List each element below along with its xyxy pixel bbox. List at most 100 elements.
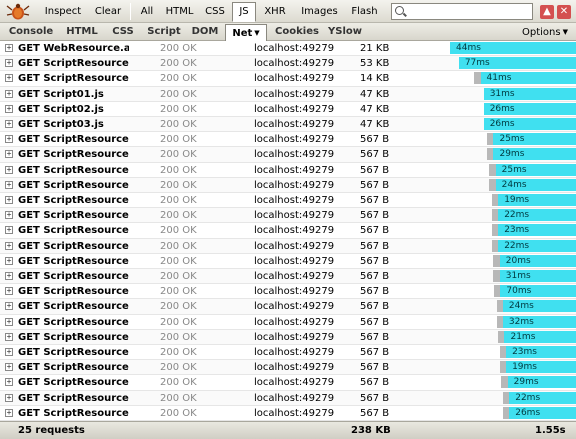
- filter-xhr[interactable]: XHR: [259, 3, 291, 20]
- request-size: 567 B: [360, 149, 390, 161]
- tab-net[interactable]: Net ▼: [225, 24, 267, 41]
- request-url: GET Script01.js: [18, 88, 104, 100]
- request-row[interactable]: + GET ScriptResource.axd 200 OK localhost:4…: [0, 163, 576, 178]
- request-timeline: 29ms: [450, 375, 576, 389]
- request-row[interactable]: + GET ScriptResource.axd 200 OK localhost:4…: [0, 208, 576, 224]
- total-time: 1.55s: [535, 425, 566, 436]
- request-row[interactable]: + GET ScriptResource.axd 200 OK localhost:4…: [0, 406, 576, 421]
- tab-html[interactable]: HTML: [60, 24, 104, 40]
- request-row[interactable]: + GET Script01.js 200 OK localhost:49279 47 …: [0, 86, 576, 102]
- expand-icon[interactable]: +: [5, 348, 13, 356]
- expand-icon[interactable]: +: [5, 363, 13, 372]
- request-size: 567 B: [360, 407, 390, 419]
- expand-icon[interactable]: +: [5, 135, 13, 144]
- clear-button[interactable]: Clear: [90, 3, 126, 20]
- detach-up-icon[interactable]: ▲: [540, 5, 554, 19]
- request-row[interactable]: + GET ScriptResource.axd 200 OK localhost:4…: [0, 147, 576, 163]
- timeline-duration: 41ms: [486, 73, 512, 84]
- expand-icon[interactable]: +: [5, 272, 13, 280]
- request-row[interactable]: + GET Script02.js 200 OK localhost:49279 47 …: [0, 102, 576, 117]
- request-row[interactable]: + GET ScriptResource.axd 200 OK localhost:4…: [0, 390, 576, 406]
- timeline-duration: 32ms: [508, 316, 534, 327]
- request-size: 567 B: [360, 347, 390, 358]
- expand-icon[interactable]: +: [5, 256, 13, 265]
- request-row[interactable]: + GET ScriptResource.axd 200 OK localhost:4…: [0, 284, 576, 300]
- request-row[interactable]: + GET ScriptResource.axd 200 OK localhost:4…: [0, 375, 576, 391]
- filter-js[interactable]: JS: [232, 2, 256, 22]
- request-size: 21 KB: [360, 43, 390, 54]
- expand-icon[interactable]: +: [5, 226, 13, 235]
- firebug-icon[interactable]: [6, 2, 30, 21]
- request-size: 567 B: [360, 195, 390, 206]
- request-status: 200 OK: [160, 119, 197, 130]
- request-size: 567 B: [360, 225, 390, 237]
- request-row[interactable]: + GET ScriptResource.axd 200 OK localhost:4…: [0, 299, 576, 315]
- expand-icon[interactable]: +: [5, 104, 13, 113]
- expand-icon[interactable]: +: [5, 165, 13, 174]
- search-box[interactable]: [391, 3, 533, 20]
- timeline-duration: 77ms: [464, 58, 490, 69]
- expand-icon[interactable]: +: [5, 408, 13, 417]
- request-row[interactable]: + GET ScriptResource.axd 200 OK localhost:4…: [0, 345, 576, 361]
- request-row[interactable]: + GET ScriptResource.axd 200 OK localhost:4…: [0, 315, 576, 330]
- expand-icon[interactable]: +: [5, 44, 13, 52]
- request-row[interactable]: + GET Script03.js 200 OK localhost:49279 47 …: [0, 117, 576, 133]
- request-row[interactable]: + GET WebResource.axd 200 OK localhost:4927…: [0, 41, 576, 57]
- expand-icon[interactable]: +: [5, 211, 13, 220]
- expand-icon[interactable]: +: [5, 393, 13, 402]
- expand-icon[interactable]: +: [5, 150, 13, 159]
- request-row[interactable]: + GET ScriptResource.axd 200 OK localhost:4…: [0, 193, 576, 209]
- request-timeline: 22ms: [450, 239, 576, 253]
- search-input[interactable]: [408, 5, 530, 18]
- tab-script[interactable]: Script: [143, 24, 185, 40]
- request-domain: localhost:49279: [254, 225, 335, 237]
- expand-icon[interactable]: +: [5, 180, 13, 189]
- expand-icon[interactable]: +: [5, 59, 13, 68]
- expand-icon[interactable]: +: [5, 378, 13, 387]
- inspect-button[interactable]: Inspect: [38, 3, 88, 20]
- tab-cookies[interactable]: Cookies: [272, 24, 322, 40]
- request-row[interactable]: + GET ScriptResource.axd 200 OK localhost:4…: [0, 177, 576, 193]
- timeline-duration: 25ms: [501, 164, 527, 175]
- request-row[interactable]: + GET ScriptResource.axd 200 OK localhost:4…: [0, 223, 576, 239]
- filter-html[interactable]: HTML: [161, 3, 198, 20]
- expand-icon[interactable]: +: [5, 89, 13, 98]
- options-menu[interactable]: Options ▼: [522, 24, 568, 40]
- expand-icon[interactable]: +: [5, 241, 13, 250]
- request-row[interactable]: + GET ScriptResource.axd 200 OK localhost:4…: [0, 329, 576, 345]
- request-timeline: 77ms: [450, 56, 576, 70]
- request-timeline: 22ms: [450, 208, 576, 222]
- request-row[interactable]: + GET ScriptResource.axd 200 OK localhost:4…: [0, 132, 576, 148]
- request-status: 200 OK: [160, 195, 197, 206]
- expand-icon[interactable]: +: [5, 120, 13, 128]
- expand-icon[interactable]: +: [5, 74, 13, 83]
- request-status: 200 OK: [160, 149, 197, 161]
- expand-icon[interactable]: +: [5, 287, 13, 296]
- request-row[interactable]: + GET ScriptResource.axd 200 OK localhost:4…: [0, 56, 576, 72]
- request-row[interactable]: + GET ScriptResource.axd 200 OK localhost:4…: [0, 254, 576, 269]
- request-url: GET Script02.js: [18, 103, 104, 115]
- request-url: GET Script03.js: [18, 119, 104, 130]
- tab-css[interactable]: CSS: [106, 24, 140, 40]
- request-size: 567 B: [360, 179, 390, 191]
- request-status: 200 OK: [160, 255, 197, 267]
- filter-css[interactable]: CSS: [201, 3, 229, 20]
- request-row[interactable]: + GET ScriptResource.axd 200 OK localhost:4…: [0, 360, 576, 376]
- expand-icon[interactable]: +: [5, 317, 13, 326]
- expand-icon[interactable]: +: [5, 302, 13, 311]
- expand-icon[interactable]: +: [5, 332, 13, 341]
- close-icon[interactable]: ✕: [557, 5, 571, 19]
- filter-images[interactable]: Images: [296, 3, 343, 20]
- timeline-duration: 31ms: [505, 271, 531, 281]
- tab-console[interactable]: Console: [6, 24, 56, 40]
- request-url: GET ScriptResource.axd: [18, 255, 129, 267]
- tab-dom[interactable]: DOM: [188, 24, 222, 40]
- request-row[interactable]: + GET ScriptResource.axd 200 OK localhost:4…: [0, 269, 576, 285]
- tab-yslow[interactable]: YSlow: [326, 24, 364, 40]
- expand-icon[interactable]: +: [5, 196, 13, 204]
- filter-flash[interactable]: Flash: [347, 3, 382, 20]
- request-url: GET ScriptResource.axd: [18, 407, 129, 419]
- request-row[interactable]: + GET ScriptResource.axd 200 OK localhost:4…: [0, 71, 576, 87]
- request-row[interactable]: + GET ScriptResource.axd 200 OK localhost:4…: [0, 238, 576, 254]
- filter-all[interactable]: All: [136, 3, 158, 20]
